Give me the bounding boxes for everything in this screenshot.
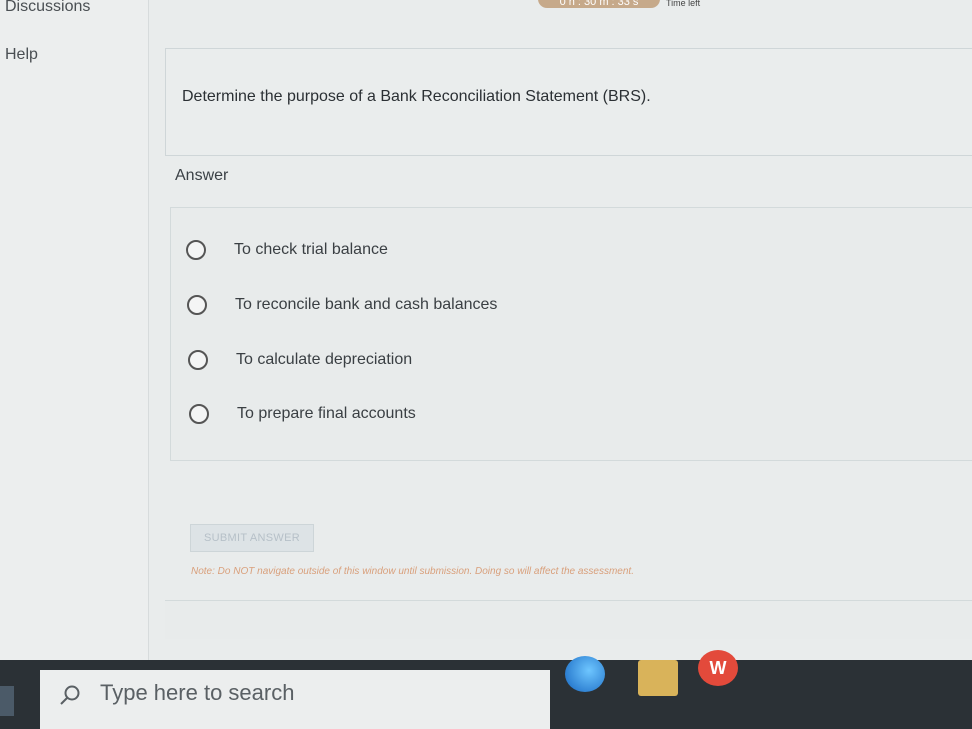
bottom-panel xyxy=(165,600,972,639)
answer-option-label: To reconcile bank and cash balances xyxy=(235,296,498,313)
navigation-warning-note: Note: Do NOT navigate outside of this wi… xyxy=(191,566,634,577)
answer-option-label: To calculate depreciation xyxy=(236,351,413,368)
radio-button[interactable] xyxy=(186,240,206,260)
search-icon xyxy=(60,685,80,705)
answer-option-label: To check trial balance xyxy=(234,241,388,258)
submit-answer-button[interactable]: SUBMIT ANSWER xyxy=(190,524,314,552)
answer-option-3[interactable]: To calculate depreciation xyxy=(188,350,412,370)
search-input[interactable]: Type here to search xyxy=(100,680,294,706)
answer-option-label: To prepare final accounts xyxy=(237,405,416,422)
question-text: Determine the purpose of a Bank Reconcil… xyxy=(182,88,651,105)
timer-display: 0 h : 30 m : 33 s xyxy=(538,0,660,8)
sidebar xyxy=(0,0,149,660)
answer-option-4[interactable]: To prepare final accounts xyxy=(189,404,416,424)
answer-option-1[interactable]: To check trial balance xyxy=(186,240,388,260)
answer-option-2[interactable]: To reconcile bank and cash balances xyxy=(187,295,497,315)
time-left-label: Time left xyxy=(666,0,701,8)
file-explorer-icon[interactable] xyxy=(638,660,678,696)
sidebar-item-help[interactable]: Help xyxy=(5,46,38,64)
radio-button[interactable] xyxy=(187,295,207,315)
answer-heading: Answer xyxy=(175,167,229,184)
radio-button[interactable] xyxy=(188,350,208,370)
radio-button[interactable] xyxy=(189,404,209,424)
wps-office-icon[interactable]: W xyxy=(698,650,738,686)
edge-icon[interactable] xyxy=(565,656,605,692)
windows-start-icon[interactable] xyxy=(0,686,14,716)
sidebar-item-discussions[interactable]: Discussions xyxy=(5,0,90,16)
